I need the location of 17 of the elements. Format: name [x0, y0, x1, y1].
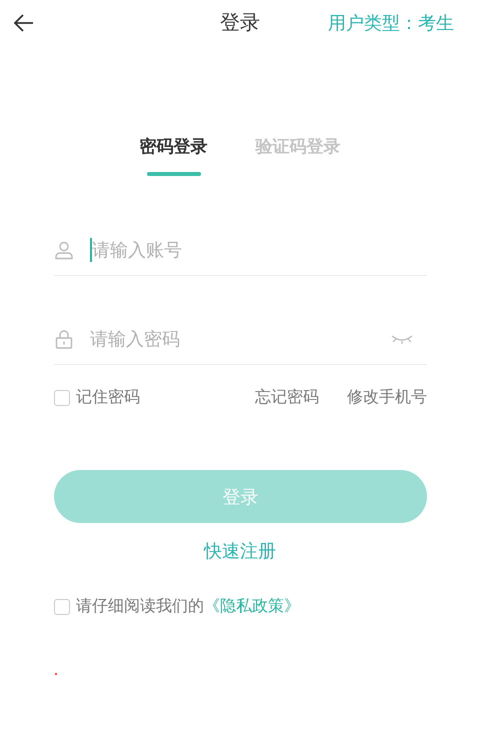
page-title: 登录: [219, 9, 261, 36]
password-input[interactable]: 请输入密码: [90, 328, 391, 350]
closed-eye-icon[interactable]: [391, 334, 413, 344]
remember-checkbox[interactable]: [54, 390, 70, 406]
login-tab[interactable]: 密码登录: [140, 135, 208, 187]
privacy-text: 请仔细阅读我们的: [76, 596, 204, 617]
privacy-policy-link[interactable]: 《隐私政策》: [204, 596, 300, 617]
account-input[interactable]: 请输入账号: [92, 240, 427, 260]
user-icon: [54, 240, 74, 260]
text-link[interactable]: 修改手机号: [347, 387, 427, 408]
register-link[interactable]: 快速注册: [204, 539, 276, 563]
login-tab[interactable]: 验证码登录: [256, 135, 340, 187]
privacy-checkbox[interactable]: [54, 598, 70, 614]
text-link[interactable]: 忘记密码: [255, 387, 319, 408]
lock-icon: [54, 329, 74, 349]
remember-label: 记住密码: [76, 387, 140, 408]
user-type-link[interactable]: 用户类型：考生: [328, 10, 454, 34]
